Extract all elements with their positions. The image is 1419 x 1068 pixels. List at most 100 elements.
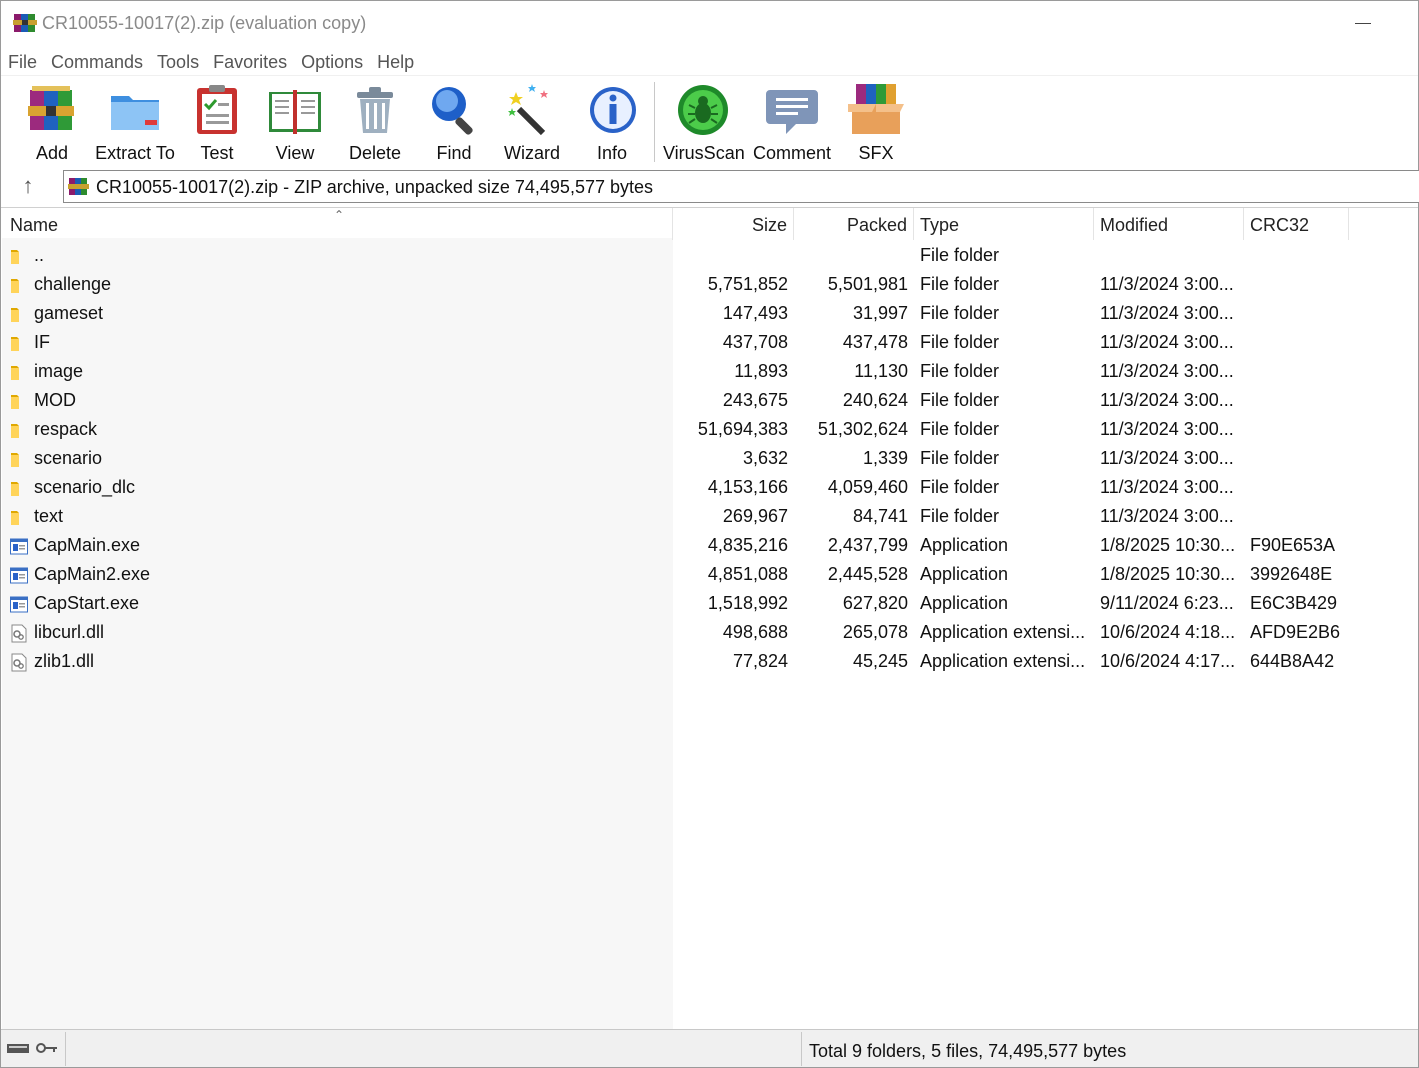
- virusscan-bug-icon: [678, 85, 728, 135]
- file-packed: 51,302,624: [817, 419, 908, 439]
- view-button[interactable]: View: [263, 82, 327, 164]
- toolbar: Add Extract To Test View Delete Find Wiz…: [1, 75, 1418, 167]
- file-row[interactable]: CapMain2.exe 4,851,088 2,445,528 Applicatio…: [1, 560, 1418, 589]
- file-crc32: E6C3B429: [1250, 593, 1338, 613]
- file-row[interactable]: gameset 147,493 31,997 File folder 11/3/2024…: [1, 299, 1418, 328]
- sfx-box-icon: [848, 84, 904, 134]
- folder-icon: [10, 420, 28, 439]
- folder-icon: [10, 362, 28, 381]
- column-header-type[interactable]: Type: [914, 208, 1094, 240]
- find-magnifier-icon: [432, 87, 473, 135]
- menu-tools[interactable]: Tools: [150, 49, 206, 75]
- file-type: File folder: [920, 477, 1000, 497]
- view-book-icon: [269, 90, 321, 134]
- address-field[interactable]: CR10055-10017(2).zip - ZIP archive, unpa…: [63, 170, 1419, 203]
- delete-label: Delete: [348, 143, 402, 163]
- exe-icon: [10, 594, 28, 613]
- file-name: CapStart.exe: [34, 593, 140, 613]
- file-type: File folder: [920, 448, 1000, 468]
- file-size: 1,518,992: [707, 593, 788, 613]
- file-name: gameset: [34, 303, 104, 323]
- menu-options[interactable]: Options: [294, 49, 370, 75]
- file-size: 5,751,852: [707, 274, 788, 294]
- file-modified: 1/8/2025 10:30...: [1100, 535, 1236, 555]
- status-separator: [65, 1032, 66, 1066]
- column-header-packed[interactable]: Packed: [794, 208, 914, 240]
- column-header-size[interactable]: Size: [673, 208, 794, 240]
- file-name: scenario: [34, 448, 103, 468]
- exe-icon: [10, 565, 28, 584]
- extract-to-button[interactable]: Extract To: [95, 82, 175, 164]
- file-type: File folder: [920, 419, 1000, 439]
- test-label: Test: [200, 143, 234, 163]
- exe-icon: [10, 536, 28, 555]
- file-row[interactable]: scenario_dlc 4,153,166 4,059,460 File folde…: [1, 473, 1418, 502]
- file-type: Application extensi...: [920, 651, 1086, 671]
- extract-folder-icon: [111, 96, 159, 130]
- sfx-label: SFX: [858, 143, 894, 163]
- folder-icon: [10, 333, 28, 352]
- file-row[interactable]: CapStart.exe 1,518,992 627,820 Application 9…: [1, 589, 1418, 618]
- wizard-button[interactable]: Wizard: [501, 82, 563, 164]
- file-modified: 11/3/2024 3:00...: [1100, 419, 1234, 439]
- file-type: Application extensi...: [920, 622, 1086, 642]
- menu-file[interactable]: File: [1, 49, 44, 75]
- file-row[interactable]: scenario 3,632 1,339 File folder 11/3/2024 3…: [1, 444, 1418, 473]
- file-modified: 10/6/2024 4:18...: [1100, 622, 1236, 642]
- file-type: File folder: [920, 361, 1000, 381]
- file-modified: 11/3/2024 3:00...: [1100, 448, 1234, 468]
- file-crc32: 3992648E: [1250, 564, 1333, 584]
- find-button[interactable]: Find: [425, 82, 483, 164]
- file-type: Application: [920, 593, 1009, 613]
- file-row[interactable]: MOD 243,675 240,624 File folder 11/3/2024 3:…: [1, 386, 1418, 415]
- delete-button[interactable]: Delete: [345, 82, 405, 164]
- virusscan-button[interactable]: VirusScan: [663, 82, 745, 164]
- info-button[interactable]: Info: [585, 82, 639, 164]
- file-modified: 11/3/2024 3:00...: [1100, 303, 1234, 323]
- file-row[interactable]: respack 51,694,383 51,302,624 File folder 11…: [1, 415, 1418, 444]
- file-row[interactable]: IF 437,708 437,478 File folder 11/3/2024 3:0…: [1, 328, 1418, 357]
- file-name: challenge: [34, 274, 112, 294]
- menu-favorites[interactable]: Favorites: [206, 49, 294, 75]
- file-size: 4,851,088: [707, 564, 788, 584]
- column-header-modified[interactable]: Modified: [1094, 208, 1244, 240]
- drive-and-key-icon[interactable]: [5, 1040, 61, 1056]
- file-row[interactable]: CapMain.exe 4,835,216 2,437,799 Application…: [1, 531, 1418, 560]
- up-arrow-icon[interactable]: ↑: [15, 173, 41, 199]
- file-row[interactable]: zlib1.dll 77,824 45,245 Application extensi…: [1, 647, 1418, 676]
- file-modified: 11/3/2024 3:00...: [1100, 477, 1234, 497]
- file-type: File folder: [920, 303, 1000, 323]
- window-title: CR10055-10017(2).zip (evaluation copy): [42, 13, 367, 33]
- find-label: Find: [436, 143, 472, 163]
- column-header-modified-label: Modified: [1100, 215, 1169, 235]
- minimize-button[interactable]: [1348, 9, 1378, 39]
- menu-help[interactable]: Help: [370, 49, 421, 75]
- folder-icon: [10, 507, 28, 526]
- view-label: View: [275, 143, 315, 163]
- file-row[interactable]: image 11,893 11,130 File folder 11/3/2024 3:…: [1, 357, 1418, 386]
- file-packed: 265,078: [842, 622, 908, 642]
- file-row[interactable]: challenge 5,751,852 5,501,981 File folder 11…: [1, 270, 1418, 299]
- sfx-button[interactable]: SFX: [843, 82, 909, 164]
- test-button[interactable]: Test: [189, 82, 245, 164]
- file-size: 11,893: [734, 361, 788, 381]
- folder-icon: [10, 304, 28, 323]
- column-header-packed-label: Packed: [846, 215, 907, 235]
- sort-ascending-icon: ⌃: [334, 208, 345, 222]
- file-row[interactable]: text 269,967 84,741 File folder 11/3/2024 3:…: [1, 502, 1418, 531]
- menu-commands[interactable]: Commands: [44, 49, 150, 75]
- column-header-crc32[interactable]: CRC32: [1244, 208, 1349, 240]
- file-modified: 1/8/2025 10:30...: [1100, 564, 1236, 584]
- file-row[interactable]: .. File folder: [1, 241, 1418, 270]
- file-name: respack: [34, 419, 98, 439]
- file-size: 437,708: [722, 332, 788, 352]
- winrar-window: CR10055-10017(2).zip (evaluation copy) F…: [0, 0, 1419, 1068]
- file-packed: 627,820: [842, 593, 908, 613]
- comment-button[interactable]: Comment: [751, 82, 833, 164]
- column-header-crc32-label: CRC32: [1250, 215, 1310, 235]
- folder-icon: [10, 246, 28, 265]
- file-row[interactable]: libcurl.dll 498,688 265,078 Application ext…: [1, 618, 1418, 647]
- file-type: File folder: [920, 274, 1000, 294]
- menu-bar: File Commands Tools Favorites Options He…: [1, 49, 421, 75]
- add-button[interactable]: Add: [21, 82, 83, 164]
